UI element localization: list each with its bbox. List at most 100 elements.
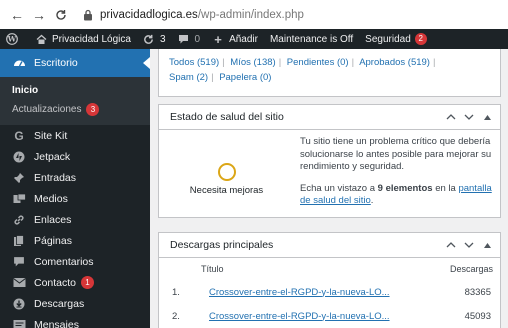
menu-site-kit[interactable]: G Site Kit: [0, 125, 150, 146]
download-count: 83365: [464, 286, 491, 298]
menu-label: Entradas: [34, 171, 77, 184]
add-label: Añadir: [229, 33, 258, 45]
mail-icon: [12, 276, 26, 290]
filter-pending[interactable]: Pendientes (0): [287, 57, 349, 68]
menu-label: Contacto: [34, 276, 77, 289]
lock-icon[interactable]: [82, 9, 94, 21]
menu-label: Mensajes: [34, 318, 79, 328]
add-new-link[interactable]: + Añadir: [206, 29, 264, 49]
top-downloads-widget: Descargas principales Título Descargas 1…: [158, 232, 501, 328]
filter-trash[interactable]: Papelera (0): [219, 72, 271, 83]
pin-icon: [12, 171, 26, 185]
wordpress-icon: W: [6, 33, 18, 45]
collapse-triangle-icon[interactable]: [482, 111, 492, 123]
messages-icon: [12, 318, 26, 328]
filter-approved[interactable]: Aprobados (519): [359, 57, 430, 68]
cta-suffix: .: [370, 195, 374, 206]
comments-count: 0: [194, 33, 201, 45]
site-health-title: Estado de salud del sitio: [170, 111, 284, 123]
menu-label: Site Kit: [34, 129, 68, 142]
health-message: Tu sitio tiene un problema crítico que d…: [300, 136, 492, 172]
media-icon: [12, 192, 26, 206]
download-link[interactable]: Crossover-entre-el-RGPD-y-la-nueva-LO...: [209, 287, 451, 298]
health-cta: Echa un vistazo a 9 elementos en la pant…: [300, 183, 495, 208]
menu-label: Páginas: [34, 234, 72, 247]
security-badge: 2: [414, 33, 427, 45]
wordpress-logo-button[interactable]: W: [0, 29, 29, 49]
column-downloads: Descargas: [449, 264, 493, 274]
menu-links[interactable]: Enlaces: [0, 209, 150, 230]
row-number: 2.: [172, 310, 180, 322]
wp-admin-bar: W Privacidad Lógica 3 0 + Añadir Mainten…: [0, 29, 508, 49]
main-content: Todos (519) | Míos (138) | Pendientes (0) |…: [150, 49, 508, 328]
chevron-down-icon[interactable]: [464, 239, 474, 251]
health-details: Tu sitio tiene un problema crítico que d…: [300, 136, 495, 217]
submenu-home[interactable]: Inicio: [0, 81, 150, 99]
updates-link[interactable]: 3: [137, 29, 172, 49]
chevron-up-icon[interactable]: [446, 239, 456, 251]
admin-sidebar: Escritorio Inicio Actualizaciones 3 G Si…: [0, 49, 150, 328]
menu-dashboard[interactable]: Escritorio: [0, 49, 150, 77]
downloads-title: Descargas principales: [170, 239, 274, 251]
site-health-widget: Estado de salud del sitio Necesita mejor…: [158, 104, 501, 218]
cta-count: 9 elementos: [377, 182, 433, 194]
cta-middle: en la: [432, 182, 459, 194]
contact-badge: 1: [81, 276, 95, 289]
maintenance-label: Maintenance is Off: [269, 33, 354, 45]
menu-pages[interactable]: Páginas: [0, 230, 150, 251]
chevron-down-icon[interactable]: [464, 111, 474, 123]
refresh-icon: [143, 33, 155, 45]
jetpack-icon: [12, 150, 26, 164]
address-bar[interactable]: privacidadlogica.es/wp-admin/index.php: [100, 9, 304, 21]
row-number: 1.: [172, 286, 180, 298]
filter-spam[interactable]: Spam (2): [169, 72, 208, 83]
link-icon: [12, 213, 26, 227]
site-health-header: Estado de salud del sitio: [159, 105, 500, 130]
menu-label: Descargas: [34, 297, 85, 310]
menu-posts[interactable]: Entradas: [0, 167, 150, 188]
menu-contact[interactable]: Contacto 1: [0, 272, 150, 293]
reload-icon: [56, 9, 66, 20]
comments-link[interactable]: 0: [172, 29, 207, 49]
menu-label: Enlaces: [34, 213, 72, 226]
forward-button[interactable]: →: [28, 5, 50, 25]
comment-filters: Todos (519) | Míos (138) | Pendientes (0) |…: [169, 57, 436, 83]
maintenance-toggle[interactable]: Maintenance is Off: [264, 29, 359, 49]
home-icon: [35, 33, 47, 45]
comments-widget: Todos (519) | Míos (138) | Pendientes (0) |…: [158, 49, 501, 97]
menu-label: Jetpack: [34, 150, 71, 163]
updates-badge: 3: [86, 103, 100, 116]
health-status-label: Necesita mejoras: [189, 185, 264, 196]
table-row: 2. Crossover-entre-el-RGPD-y-la-nueva-LO…: [159, 304, 500, 328]
g-icon: G: [14, 128, 24, 143]
plus-icon: +: [214, 31, 222, 47]
comment-icon: [178, 33, 190, 45]
site-name-link[interactable]: Privacidad Lógica: [29, 29, 137, 49]
dashboard-icon: [12, 56, 26, 70]
health-status: Necesita mejoras: [159, 130, 294, 218]
menu-label: Medios: [34, 192, 68, 205]
download-link[interactable]: Crossover-entre-el-RGPD-y-la-nueva-LO...: [209, 311, 451, 322]
menu-downloads[interactable]: Descargas: [0, 293, 150, 314]
menu-comments[interactable]: Comentarios: [0, 251, 150, 272]
menu-messages[interactable]: Mensajes: [0, 314, 150, 328]
dashboard-submenu: Inicio Actualizaciones 3: [0, 77, 150, 125]
collapse-triangle-icon[interactable]: [482, 239, 492, 251]
submenu-updates[interactable]: Actualizaciones 3: [0, 99, 150, 119]
filter-all[interactable]: Todos (519): [169, 57, 219, 68]
menu-jetpack[interactable]: Jetpack: [0, 146, 150, 167]
security-menu[interactable]: Seguridad 2: [359, 29, 433, 49]
filter-mine[interactable]: Míos (138): [230, 57, 275, 68]
download-count: 45093: [464, 310, 491, 322]
svg-text:W: W: [7, 35, 17, 44]
back-button[interactable]: ←: [6, 5, 28, 25]
chevron-up-icon[interactable]: [446, 111, 456, 123]
downloads-header: Descargas principales: [159, 233, 500, 258]
updates-count: 3: [159, 33, 166, 45]
site-name: Privacidad Lógica: [52, 33, 131, 45]
browser-toolbar: ← → privacidadlogica.es/wp-admin/index.p…: [0, 0, 508, 29]
menu-media[interactable]: Medios: [0, 188, 150, 209]
comment-icon: [12, 255, 26, 269]
reload-button[interactable]: [50, 5, 72, 25]
table-row: 1. Crossover-entre-el-RGPD-y-la-nueva-LO…: [159, 280, 500, 304]
